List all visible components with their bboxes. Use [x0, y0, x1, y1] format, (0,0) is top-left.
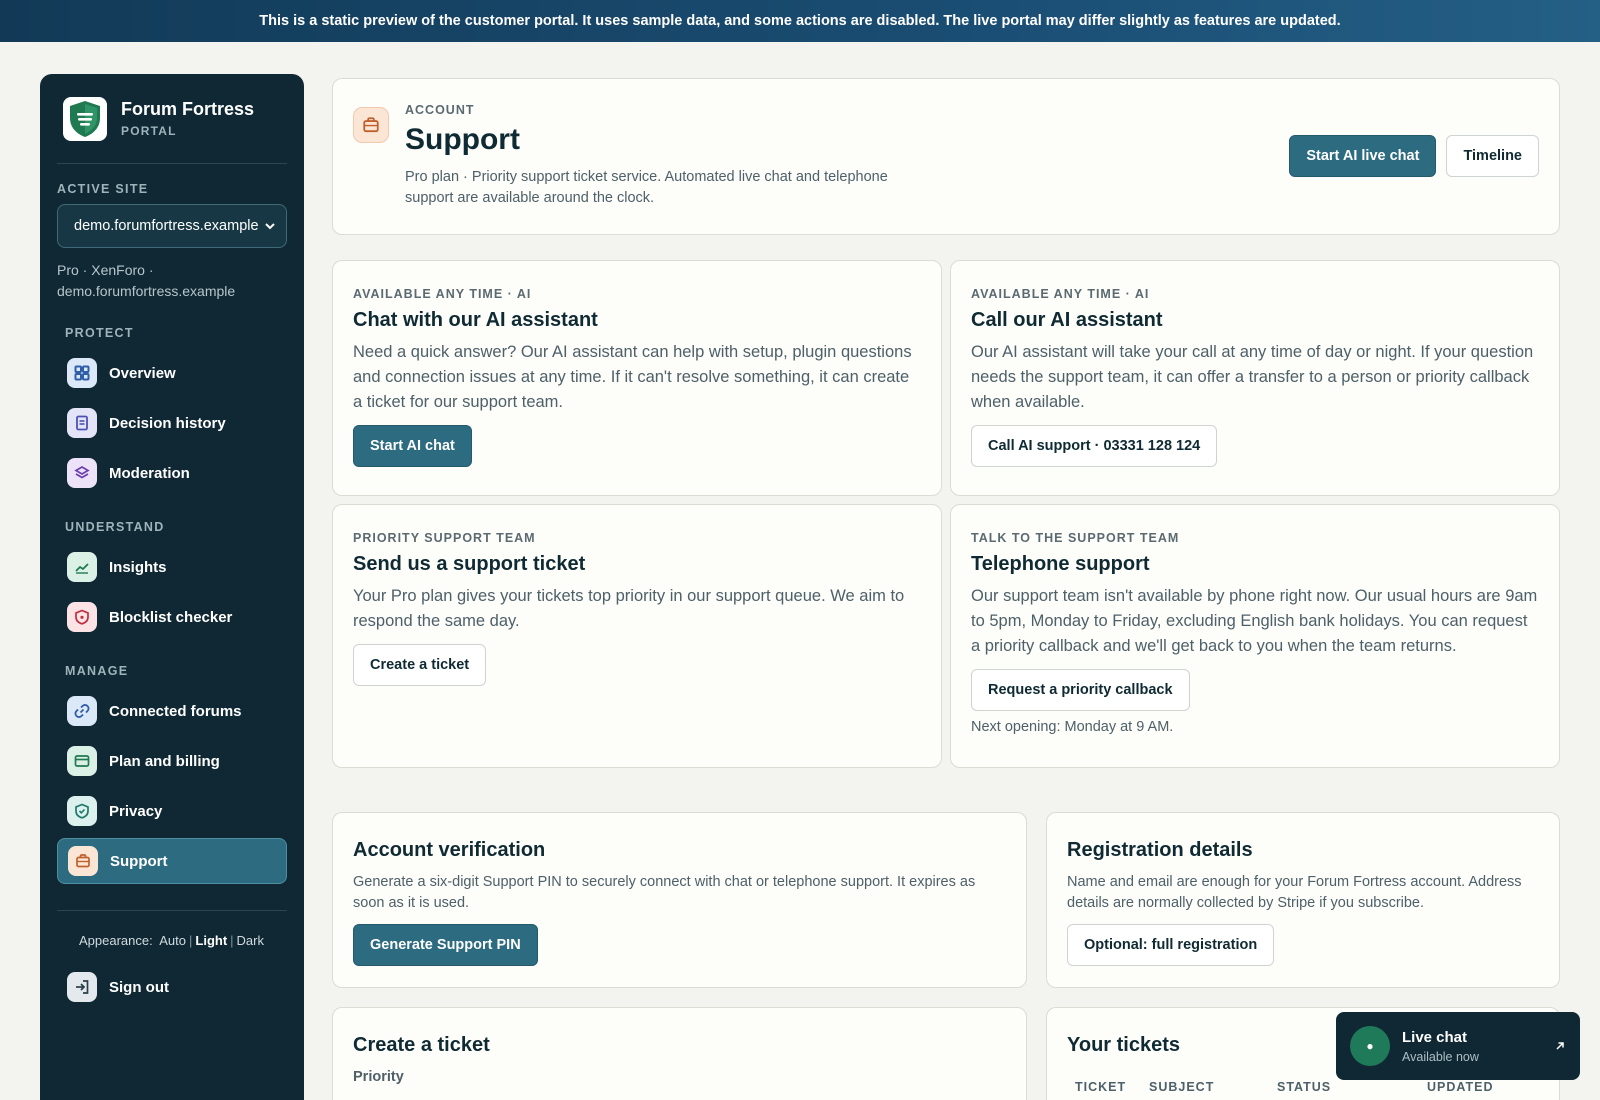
create-ticket-button[interactable]: Create a ticket	[353, 644, 487, 686]
live-chat-widget[interactable]: ● Live chat Available now	[1336, 1012, 1580, 1080]
sign-out-icon	[67, 972, 97, 1002]
layers-icon	[67, 458, 97, 488]
shield-check-icon	[67, 796, 97, 826]
page-header: ACCOUNT Support Pro plan · Priority supp…	[332, 78, 1560, 235]
sidebar-item-label: Connected forums	[109, 702, 242, 720]
sidebar-item-label: Insights	[109, 558, 167, 576]
call-card: AVAILABLE ANY TIME · AI Call our AI assi…	[950, 260, 1560, 496]
sidebar-item-support[interactable]: Support	[57, 838, 287, 884]
sidebar-item-connected-forums[interactable]: Connected forums	[57, 688, 287, 734]
full-registration-button[interactable]: Optional: full registration	[1067, 924, 1275, 966]
document-icon	[67, 408, 97, 438]
sign-out-button[interactable]: Sign out	[57, 964, 287, 1010]
sidebar-item-moderation[interactable]: Moderation	[57, 450, 287, 496]
nav-group-manage: MANAGE	[65, 664, 129, 678]
chart-line-icon	[67, 552, 97, 582]
preview-banner: This is a static preview of the customer…	[0, 0, 1600, 42]
shield-alert-icon	[67, 602, 97, 632]
sidebar-item-label: Blocklist checker	[109, 608, 233, 626]
appearance-label: Appearance:	[79, 933, 153, 948]
start-ai-chat-button[interactable]: Start AI chat	[353, 425, 472, 467]
sidebar-item-overview[interactable]: Overview	[57, 350, 287, 396]
nav-group-protect: PROTECT	[65, 326, 134, 340]
sidebar-item-blocklist-checker[interactable]: Blocklist checker	[57, 594, 287, 640]
page-description: Pro plan · Priority support ticket servi…	[405, 169, 888, 206]
column-header-ticket: TICKET	[1075, 1080, 1127, 1094]
registration-title: Registration details	[1067, 839, 1253, 861]
sidebar-item-label: Moderation	[109, 464, 190, 482]
call-ai-support-button[interactable]: Call AI support · 03331 128 124	[971, 425, 1218, 467]
external-arrow-icon	[1556, 1042, 1564, 1050]
active-site-select[interactable]: demo.forumfortress.example	[57, 204, 287, 248]
appearance-dark[interactable]: Dark	[237, 933, 264, 948]
active-site-info: Pro · XenForo · demo.forumfortress.examp…	[57, 262, 236, 299]
appearance-auto[interactable]: Auto	[159, 933, 186, 948]
registration-card: Registration details Name and email are …	[1046, 812, 1560, 988]
ticket-card-body: Your Pro plan gives your tickets top pri…	[353, 587, 905, 630]
create-ticket-form-title: Create a ticket	[353, 1034, 490, 1056]
sidebar-item-label: Privacy	[109, 802, 163, 820]
appearance-switcher: Appearance: Auto | Light | Dark	[79, 933, 264, 948]
briefcase-icon	[68, 846, 98, 876]
sidebar-item-label: Plan and billing	[109, 752, 220, 770]
verification-title: Account verification	[353, 839, 546, 861]
chevron-down-icon	[265, 223, 275, 230]
brand[interactable]: Forum Fortress PORTAL	[57, 74, 287, 164]
ticket-card-kicker: PRIORITY SUPPORT TEAM	[353, 531, 536, 545]
request-priority-callback-button[interactable]: Request a priority callback	[971, 669, 1190, 711]
chat-card-title: Chat with our AI assistant	[353, 309, 598, 331]
chat-card: AVAILABLE ANY TIME · AI Chat with our AI…	[332, 260, 942, 496]
call-card-title: Call our AI assistant	[971, 309, 1163, 331]
brand-sub: PORTAL	[121, 124, 177, 138]
phone-card-kicker: TALK TO THE SUPPORT TEAM	[971, 531, 1180, 545]
call-card-kicker: AVAILABLE ANY TIME · AI	[971, 287, 1150, 301]
column-header-updated: UPDATED	[1427, 1080, 1494, 1094]
ticket-card: PRIORITY SUPPORT TEAM Send us a support …	[332, 504, 942, 768]
sidebar-item-label: Support	[110, 852, 168, 870]
verification-body: Generate a six-digit Support PIN to secu…	[353, 874, 976, 911]
sidebar-item-privacy[interactable]: Privacy	[57, 788, 287, 834]
appearance-light[interactable]: Light	[195, 933, 227, 948]
page-kicker: ACCOUNT	[405, 103, 475, 117]
phone-card-title: Telephone support	[971, 553, 1150, 575]
next-opening-note: Next opening: Monday at 9 AM.	[971, 719, 1174, 735]
link-icon	[67, 696, 97, 726]
timeline-button[interactable]: Timeline	[1446, 135, 1539, 177]
generate-support-pin-button[interactable]: Generate Support PIN	[353, 924, 538, 966]
phone-card: TALK TO THE SUPPORT TEAM Telephone suppo…	[950, 504, 1560, 768]
column-header-status: STATUS	[1277, 1080, 1332, 1094]
start-ai-live-chat-button[interactable]: Start AI live chat	[1289, 135, 1437, 177]
chat-card-kicker: AVAILABLE ANY TIME · AI	[353, 287, 532, 301]
sidebar: Forum Fortress PORTAL ACTIVE SITE demo.f…	[40, 74, 304, 1100]
account-verification-card: Account verification Generate a six-digi…	[332, 812, 1027, 988]
sidebar-item-insights[interactable]: Insights	[57, 544, 287, 590]
grid-icon	[67, 358, 97, 388]
page-title: Support	[405, 123, 520, 156]
sidebar-item-plan-and-billing[interactable]: Plan and billing	[57, 738, 287, 784]
call-card-body: Our AI assistant will take your call at …	[971, 343, 1534, 411]
active-site-value: demo.forumfortress.example	[74, 218, 259, 234]
sidebar-item-label: Decision history	[109, 414, 226, 432]
active-site-label: ACTIVE SITE	[57, 182, 149, 196]
sidebar-item-decision-history[interactable]: Decision history	[57, 400, 287, 446]
sign-out-label: Sign out	[109, 978, 169, 996]
brand-name: Forum Fortress	[121, 99, 255, 119]
shield-logo-icon	[63, 96, 107, 141]
briefcase-icon	[353, 107, 389, 143]
live-chat-status: Available now	[1402, 1049, 1479, 1064]
column-header-subject: SUBJECT	[1149, 1080, 1215, 1094]
live-chat-title: Live chat	[1402, 1028, 1468, 1046]
status-dot-icon: ●	[1350, 1026, 1390, 1066]
phone-card-body: Our support team isn't available by phon…	[971, 587, 1538, 655]
sidebar-item-label: Overview	[109, 364, 176, 382]
registration-body: Name and email are enough for your Forum…	[1067, 874, 1522, 911]
credit-card-icon	[67, 746, 97, 776]
chat-card-body: Need a quick answer? Our AI assistant ca…	[353, 343, 912, 411]
sidebar-divider	[57, 910, 287, 911]
ticket-card-title: Send us a support ticket	[353, 553, 586, 575]
priority-label: Priority	[353, 1069, 404, 1085]
nav-group-understand: UNDERSTAND	[65, 520, 165, 534]
create-ticket-form-card: Create a ticket Priority	[332, 1007, 1027, 1100]
